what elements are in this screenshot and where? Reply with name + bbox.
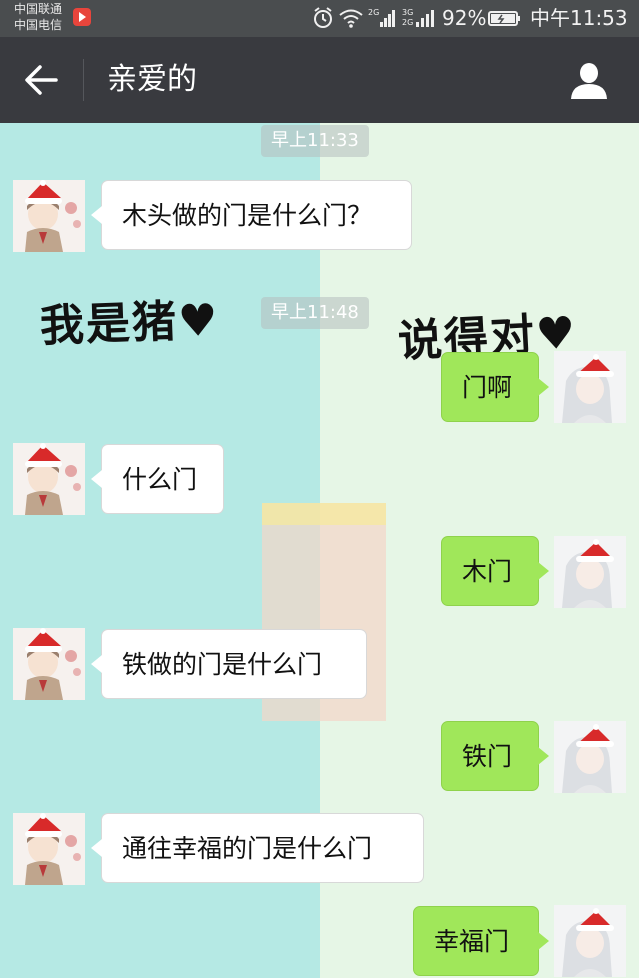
my-avatar-image (554, 721, 626, 793)
battery-icon (488, 11, 520, 26)
outgoing-message-bubble[interactable]: 木门 (441, 536, 549, 606)
status-bar: 中国联通 中国电信 2G 3G 2G 92% 中午11:53 (0, 0, 639, 37)
contact-avatar[interactable] (13, 813, 85, 885)
chat-info-button[interactable] (562, 59, 616, 103)
chat-header: 亲爱的 (0, 37, 639, 123)
contact-avatar[interactable] (13, 628, 85, 700)
svg-text:3G: 3G (402, 8, 413, 17)
outgoing-message-bubble[interactable]: 门啊 (441, 352, 549, 422)
my-avatar[interactable] (554, 351, 626, 423)
header-divider (83, 59, 84, 101)
carrier-name-1: 中国联通 (14, 2, 63, 16)
outgoing-message-bubble[interactable]: 铁门 (441, 721, 549, 791)
my-avatar-image (554, 905, 626, 977)
incoming-message-bubble[interactable]: 铁做的门是什么门 (91, 629, 367, 699)
wallpaper-text-left: 我是猪♥ (39, 294, 221, 353)
arrow-left-icon (25, 65, 58, 95)
chat-title: 亲爱的 (107, 62, 197, 97)
incoming-message-bubble[interactable]: 什么门 (91, 444, 224, 514)
svg-text:2G: 2G (402, 18, 413, 27)
person-icon (571, 63, 607, 99)
contact-avatar[interactable] (13, 180, 85, 252)
contact-avatar-image (13, 443, 85, 515)
contact-avatar-image (13, 813, 85, 885)
my-avatar[interactable] (554, 536, 626, 608)
chat-message-area[interactable]: 我是猪♥ 说得对♥ 早上11:33 早上11:48 木头做的门是什么门？ 门啊 (0, 123, 639, 978)
signal-icon: 3G 2G (402, 8, 434, 27)
outgoing-message-bubble[interactable]: 幸福门 (413, 906, 549, 976)
alarm-icon (314, 7, 332, 28)
signal-1-label: 2G (368, 8, 379, 17)
signal-icon: 2G (368, 8, 395, 27)
my-avatar[interactable] (554, 721, 626, 793)
status-clock: 中午11:53 (530, 6, 628, 30)
my-avatar[interactable] (554, 905, 626, 977)
my-avatar-image (554, 536, 626, 608)
message-timestamp: 早上11:33 (261, 125, 369, 157)
message-timestamp: 早上11:48 (261, 297, 369, 329)
incoming-message-bubble[interactable]: 木头做的门是什么门？ (91, 180, 412, 250)
contact-avatar-image (13, 180, 85, 252)
battery-percent: 92% (442, 6, 487, 30)
my-avatar-image (554, 351, 626, 423)
incoming-message-bubble[interactable]: 通往幸福的门是什么门 (91, 813, 424, 883)
contact-avatar[interactable] (13, 443, 85, 515)
carrier-name-2: 中国电信 (14, 18, 63, 32)
wifi-icon (339, 9, 363, 28)
app-notification-icon (73, 8, 91, 26)
wallpaper-poster-header (262, 503, 386, 525)
contact-avatar-image (13, 628, 85, 700)
chat-screen: 中国联通 中国电信 2G 3G 2G 92% 中午11:53 亲爱的 我是猪♥ … (0, 0, 639, 978)
back-button[interactable] (18, 57, 66, 103)
